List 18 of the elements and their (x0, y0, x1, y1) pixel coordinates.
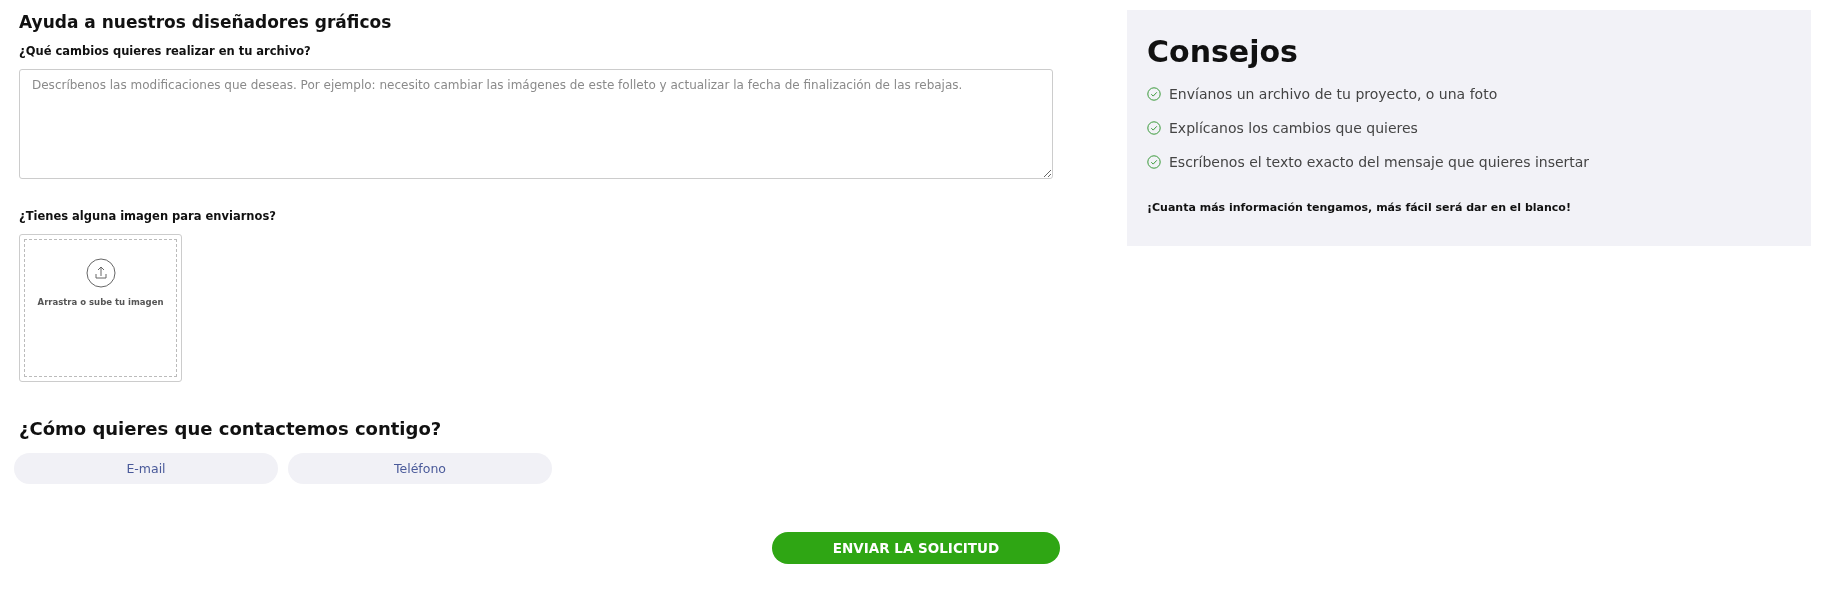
tip-note: ¡Cuanta más información tengamos, más fácil será dar en el blanco! (1147, 201, 1571, 214)
field-label: ¿Tienes alguna imagen para enviarnos? (19, 209, 276, 223)
tip-text: Envíanos un archivo de tu proyecto, o una foto (1169, 86, 1498, 102)
image-dropzone[interactable]: Arrastra o sube tu imagen (19, 234, 182, 382)
field-label: ¿Qué cambios quieres realizar en tu archivo? (19, 44, 311, 58)
section-heading: ¿Cómo quieres que contactemos contigo? (19, 418, 442, 439)
form-title: Ayuda a nuestros diseñadores gráficos (19, 12, 393, 32)
upload-icon (85, 258, 116, 288)
changes-field[interactable]: Descríbenos las modificaciones que deseas. Por ejemplo: necesito cambiar las imágenes de este folleto y actualizar la fecha de finalización de las rebajas. (19, 69, 1053, 179)
check-circle-icon (1147, 121, 1161, 135)
tip-text: Explícanos los cambios que quieres (1169, 120, 1418, 136)
check-circle-icon (1147, 155, 1161, 169)
tip-text: Escríbenos el texto exacto del mensaje que quieres insertar (1169, 154, 1590, 170)
contact-option[interactable]: E-mail (14, 453, 278, 484)
contact-option[interactable]: Teléfono (288, 453, 552, 484)
check-circle-icon (1147, 87, 1161, 101)
submit-button[interactable]: ENVIAR LA SOLICITUD (772, 532, 1060, 564)
panel-title: Consejos (1147, 34, 1299, 69)
